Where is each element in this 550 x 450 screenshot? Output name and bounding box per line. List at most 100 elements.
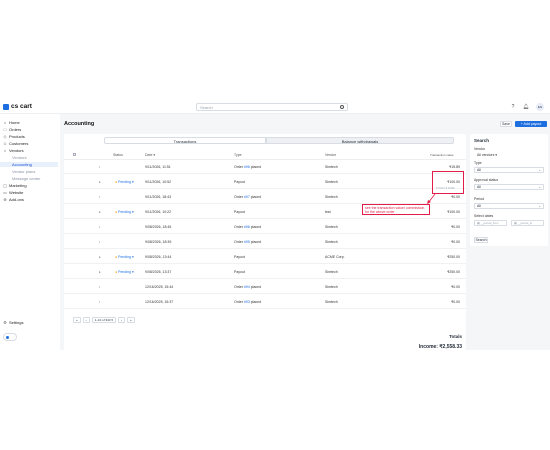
- table-row[interactable]: • 9/08/2026, 18:39 Order #95 placed Simtech…: [64, 236, 466, 249]
- table-row[interactable]: • 12/16/2025, 15:37 Order #93 placed Simtec…: [64, 296, 466, 309]
- search-panel-title: Search: [474, 138, 490, 143]
- approval-status-select[interactable]: All ⌄: [474, 184, 544, 190]
- row-transaction-value: ₹250.00: [447, 255, 460, 259]
- sidebar-item-customers[interactable]: ☺ Customers: [3, 141, 57, 146]
- row-type: Order #97 placed: [234, 195, 261, 199]
- table-row[interactable]: • 9/08/2026, 18:45 Order #96 placed Simtech…: [64, 221, 466, 234]
- column-date[interactable]: Date ▾: [145, 153, 155, 157]
- row-vendor: Simtech: [325, 180, 338, 184]
- type-text: Payout: [234, 270, 245, 274]
- table-row[interactable]: ▸ Pending ▾ 9/11/2026, 10:52 Payout Simtech ₹…: [64, 176, 466, 189]
- row-vendor: Simtech: [325, 225, 338, 229]
- select-dates-label: Select dates: [474, 214, 494, 218]
- search-icon[interactable]: [340, 105, 344, 109]
- bell-icon[interactable]: 🔔︎: [523, 104, 529, 110]
- status-badge[interactable]: Pending ▾: [115, 255, 134, 259]
- row-type: Order #96 placed: [234, 225, 261, 229]
- row-expand-icon[interactable]: ▸: [99, 270, 101, 274]
- search-button[interactable]: Search: [474, 237, 488, 243]
- sidebar-item-home[interactable]: ⌂ Home: [3, 120, 57, 125]
- chevron-down-icon: ⌄: [538, 204, 541, 208]
- row-type: Order #94 placed: [234, 285, 261, 289]
- tab-transactions[interactable]: Transactions: [104, 137, 266, 144]
- row-transaction-value: ₹0.00: [450, 300, 460, 304]
- type-text: Order: [234, 165, 244, 169]
- sidebar-item-settings[interactable]: ⚙ Settings: [3, 320, 57, 325]
- select-all-checkbox[interactable]: [73, 153, 76, 156]
- status-badge[interactable]: Pending ▾: [115, 270, 134, 274]
- row-date: 9/08/2026, 18:45: [145, 225, 172, 229]
- sidebar-item-website[interactable]: ▭ Website: [3, 190, 57, 195]
- sidebar-subitem-vendors[interactable]: Vendors: [12, 155, 66, 160]
- column-status[interactable]: Status: [113, 153, 123, 157]
- table-row[interactable]: • 9/11/2026, 11:51 Order #96 placed Simtech…: [64, 161, 466, 174]
- type-suffix: placed: [249, 300, 262, 304]
- date-from-input[interactable]: ▦ __period_from: [474, 220, 507, 226]
- row-transaction-value: ₹15.89: [449, 165, 460, 169]
- products-icon: ◇: [3, 134, 7, 139]
- table-row[interactable]: • 12/16/2025, 15:44 Order #94 placed Simtec…: [64, 281, 466, 294]
- logo[interactable]: cs cart: [3, 103, 32, 110]
- transactions-panel: Transactions Balance withdrawals Status …: [64, 134, 466, 350]
- vendor-select[interactable]: All vendors ▾: [477, 153, 497, 157]
- sidebar-item-vendors[interactable]: ⌂ Vendors: [3, 148, 57, 153]
- table-row[interactable]: ▸ Pending ▾ 9/08/2026, 13:44 Payout ACME Cor…: [64, 251, 466, 264]
- status-badge[interactable]: Pending ▾: [115, 210, 134, 214]
- sidebar-subitem-vendor-plans[interactable]: Vendor plans: [12, 169, 66, 174]
- row-vendor: Simtech: [325, 270, 338, 274]
- row-expand-icon[interactable]: •: [99, 240, 100, 244]
- period-select[interactable]: All ⌄: [474, 203, 544, 209]
- type-select[interactable]: All ⌄: [474, 167, 544, 173]
- sidebar-item-products[interactable]: ◇ Products: [3, 134, 57, 139]
- type-suffix: placed: [249, 285, 262, 289]
- row-expand-icon[interactable]: ▸: [99, 180, 101, 184]
- row-expand-icon[interactable]: ▸: [99, 255, 101, 259]
- page-range-select[interactable]: 1–10 of 343 ▾: [91, 317, 116, 323]
- type-suffix: placed: [249, 240, 262, 244]
- tab-balance-withdrawals[interactable]: Balance withdrawals: [266, 137, 454, 144]
- first-page-button[interactable]: «: [73, 317, 81, 323]
- add-payout-button[interactable]: + Add payout: [515, 121, 547, 127]
- row-vendor: ACME Corp.: [325, 255, 345, 259]
- next-page-button[interactable]: ›: [117, 317, 125, 323]
- type-text: Payout: [234, 255, 245, 259]
- type-text: Payout: [234, 210, 245, 214]
- date-to-input[interactable]: ▦ __period_to: [511, 220, 544, 226]
- row-date: 9/11/2026, 10:22: [145, 210, 172, 214]
- row-date: 9/11/2026, 11:51: [145, 165, 171, 169]
- sidebar-item-orders[interactable]: □ Orders: [3, 127, 57, 132]
- sidebar-subitem-message-center[interactable]: Message center: [12, 176, 66, 181]
- column-vendor[interactable]: Vendor: [325, 153, 336, 157]
- row-vendor: Simtech: [325, 285, 338, 289]
- row-expand-icon[interactable]: •: [99, 285, 100, 289]
- row-expand-icon[interactable]: •: [99, 225, 100, 229]
- global-search-input[interactable]: Search: [196, 103, 348, 111]
- row-expand-icon[interactable]: •: [99, 165, 100, 169]
- sidebar-subitem-accounting[interactable]: Accounting: [0, 162, 58, 167]
- sidebar-collapse-toggle[interactable]: [3, 333, 17, 341]
- main-content: Accounting Save + Add payout Transaction…: [60, 114, 550, 350]
- last-page-button[interactable]: »: [126, 317, 135, 323]
- row-type: Payout: [234, 270, 245, 274]
- question-icon[interactable]: ?: [510, 104, 516, 110]
- row-expand-icon[interactable]: ▸: [99, 210, 101, 214]
- sidebar-item-addons[interactable]: ⊕ Add-ons: [3, 197, 57, 202]
- row-expand-icon[interactable]: •: [99, 300, 100, 304]
- type-label: Type: [474, 161, 482, 165]
- prev-page-button[interactable]: ‹: [82, 317, 90, 323]
- column-transaction-value[interactable]: Transaction value: [430, 153, 454, 157]
- row-expand-icon[interactable]: •: [99, 195, 100, 199]
- sidebar-item-marketing[interactable]: ▢ Marketing: [3, 183, 57, 188]
- row-date: 12/16/2025, 15:44: [145, 285, 174, 289]
- status-badge[interactable]: Pending ▾: [115, 180, 134, 184]
- customers-icon: ☺: [3, 141, 8, 146]
- table-row[interactable]: ▸ Pending ▾ 9/08/2026, 13:37 Payout Simtech ₹…: [64, 266, 466, 279]
- type-text: Order: [234, 225, 244, 229]
- save-button[interactable]: Save: [500, 121, 512, 127]
- column-type[interactable]: Type: [234, 153, 242, 157]
- row-transaction-value: ₹0.00: [450, 240, 460, 244]
- orders-icon: □: [3, 127, 7, 132]
- table-row[interactable]: • 9/11/2026, 18:43 Order #97 placed Simtech…: [64, 191, 466, 204]
- avatar[interactable]: EN: [536, 103, 544, 111]
- row-type: Payout: [234, 210, 245, 214]
